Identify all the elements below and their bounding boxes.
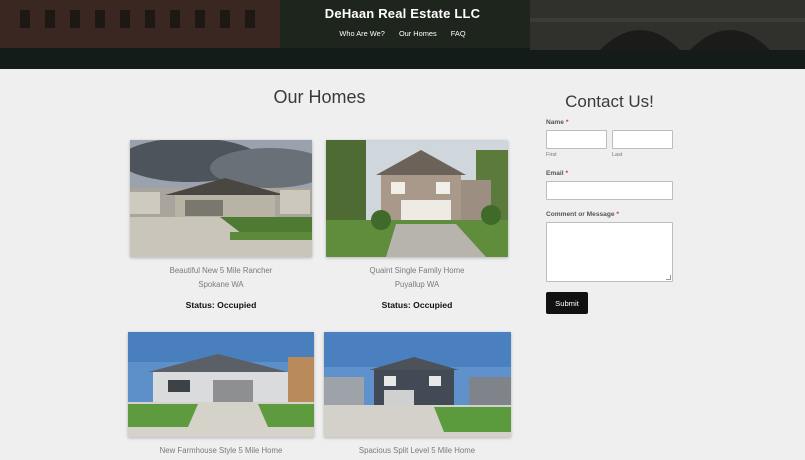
name-label-text: Name xyxy=(546,119,564,126)
message-label: Comment or Message * xyxy=(546,211,619,218)
required-mark: * xyxy=(565,170,569,177)
email-input[interactable] xyxy=(546,181,673,200)
listing-title[interactable]: Quaint Single Family Home xyxy=(326,266,508,275)
first-sublabel: First xyxy=(546,152,557,158)
resize-handle-icon[interactable] xyxy=(666,275,671,280)
house-photo[interactable] xyxy=(130,140,312,257)
listing-title[interactable]: Beautiful New 5 Mile Rancher xyxy=(130,266,312,275)
homes-section-title: Our Homes xyxy=(273,87,366,107)
hero-header: DeHaan Real Estate LLC Who Are We? Our H… xyxy=(0,0,805,69)
contact-title: Contact Us! xyxy=(565,92,654,111)
listing-location: Puyallup WA xyxy=(394,280,440,289)
first-name-input[interactable] xyxy=(546,130,607,149)
last-name-input[interactable] xyxy=(612,130,673,149)
required-mark: * xyxy=(565,119,569,126)
listing-status: Status: Occupied xyxy=(381,300,453,310)
email-label-text: Email xyxy=(546,170,564,177)
last-sublabel: Last xyxy=(612,152,623,158)
listing-status: Status: Occupied xyxy=(185,300,257,310)
main-nav: Who Are We? Our Homes FAQ xyxy=(0,29,805,38)
nav-item-who-are-we[interactable]: Who Are We? xyxy=(339,29,384,38)
listing-title[interactable]: New Farmhouse Style 5 Mile Home xyxy=(130,446,312,455)
message-textarea[interactable] xyxy=(546,222,673,282)
house-photo[interactable] xyxy=(324,332,511,437)
email-label: Email * xyxy=(546,170,568,177)
message-label-text: Comment or Message xyxy=(546,211,615,218)
site-title[interactable]: DeHaan Real Estate LLC xyxy=(0,6,805,21)
house-photo[interactable] xyxy=(326,140,508,257)
required-mark: * xyxy=(616,211,619,218)
nav-item-faq[interactable]: FAQ xyxy=(451,29,466,38)
listing-title[interactable]: Spacious Split Level 5 Mile Home xyxy=(326,446,508,455)
house-photo[interactable] xyxy=(128,332,314,437)
submit-button[interactable]: Submit xyxy=(546,292,588,314)
listing-location: Spokane WA xyxy=(198,280,244,289)
nav-item-our-homes[interactable]: Our Homes xyxy=(399,29,437,38)
name-label: Name * xyxy=(546,119,568,126)
